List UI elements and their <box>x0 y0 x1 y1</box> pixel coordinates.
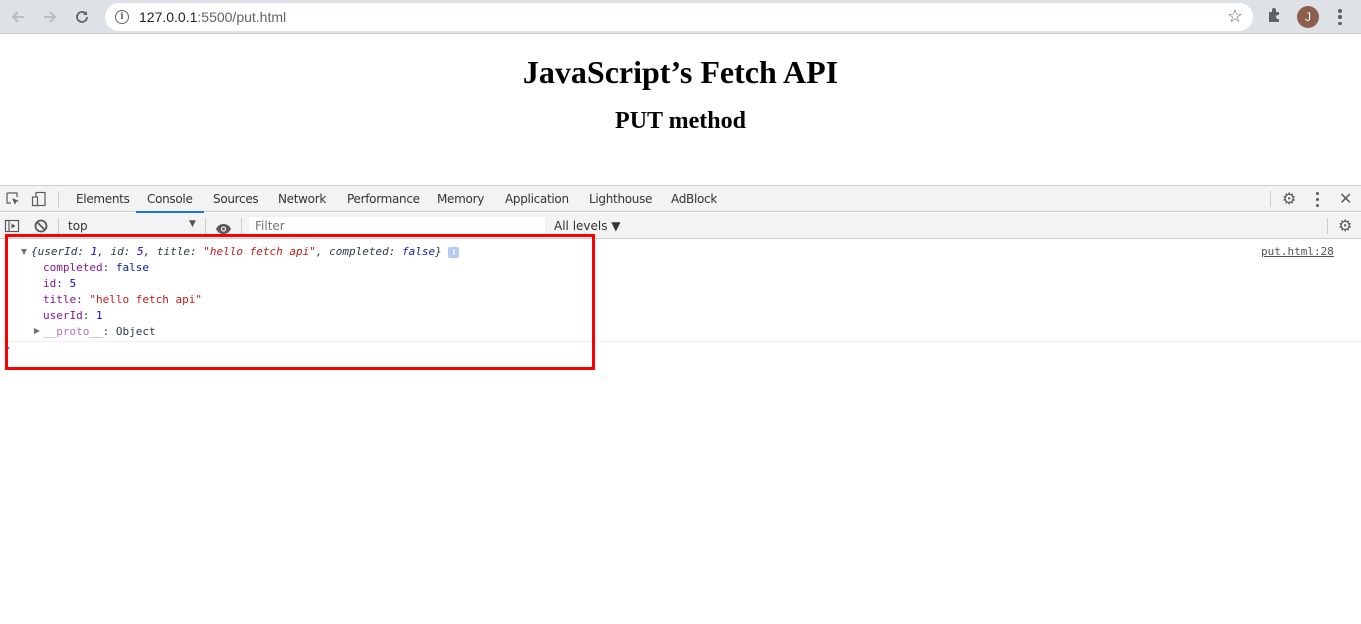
reload-button[interactable] <box>69 4 95 30</box>
divider <box>205 218 206 234</box>
avatar[interactable]: J <box>1297 6 1319 28</box>
eye-icon[interactable] <box>215 220 232 234</box>
property-row: title: "hello fetch api" <box>43 293 202 306</box>
inspect-element-icon[interactable] <box>5 191 21 207</box>
divider <box>1270 191 1271 207</box>
tab-adblock[interactable]: AdBlock <box>671 186 717 212</box>
settings-gear-icon[interactable]: ⚙ <box>1282 189 1296 208</box>
tab-network[interactable]: Network <box>278 186 326 212</box>
address-bar[interactable]: i 127.0.0.1:5500/put.html ☆ <box>105 3 1253 31</box>
proto-row[interactable]: __proto__: Object <box>43 325 156 338</box>
log-levels-dropdown[interactable]: All levels ▼ <box>554 219 621 233</box>
console-message: {userId: 1, id: 5, title: "hello fetch a… <box>0 240 1361 342</box>
back-button[interactable] <box>5 4 31 30</box>
reload-icon <box>76 11 88 23</box>
info-icon[interactable]: i <box>115 10 129 24</box>
property-row: userId: 1 <box>43 309 103 322</box>
tab-application[interactable]: Application <box>505 186 569 212</box>
puzzle-icon[interactable] <box>1266 6 1286 26</box>
source-link[interactable]: put.html:28 <box>1261 245 1334 258</box>
page-content: JavaScript’s Fetch API PUT method <box>0 35 1361 185</box>
tab-console[interactable]: Console <box>136 186 203 213</box>
info-badge-icon[interactable]: i <box>448 247 460 258</box>
expand-triangle-icon[interactable] <box>21 249 27 255</box>
arrow-left-icon <box>11 11 24 23</box>
expand-triangle-icon[interactable] <box>34 328 40 334</box>
browser-toolbar: i 127.0.0.1:5500/put.html ☆ J <box>0 0 1361 34</box>
page-title: JavaScript’s Fetch API <box>522 54 839 90</box>
tab-lighthouse[interactable]: Lighthouse <box>589 186 652 212</box>
device-toggle-icon[interactable] <box>31 191 47 207</box>
devtools-tab-bar: Elements Console Sources Network Perform… <box>0 185 1361 213</box>
star-icon[interactable]: ☆ <box>1227 6 1243 27</box>
property-row: id: 5 <box>43 277 77 290</box>
console-output: {userId: 1, id: 5, title: "hello fetch a… <box>0 240 1361 354</box>
devtools-menu-icon[interactable] <box>1316 192 1320 207</box>
avatar-initial: J <box>1305 10 1311 24</box>
divider <box>58 218 59 234</box>
property-row: completed: false <box>43 261 149 274</box>
divider <box>1327 218 1328 234</box>
chevron-down-icon[interactable]: ▼ <box>189 219 196 229</box>
devtools-panel: Elements Console Sources Network Perform… <box>0 185 1361 624</box>
console-toolbar: top ▼ All levels ▼ ⚙ <box>0 213 1361 239</box>
arrow-right-icon <box>44 11 57 23</box>
console-prompt-icon[interactable]: › <box>5 343 11 354</box>
forward-button[interactable] <box>37 4 63 30</box>
close-icon[interactable]: ✕ <box>1339 189 1352 208</box>
kebab-menu-icon[interactable] <box>1331 7 1349 27</box>
divider <box>58 191 59 207</box>
url-text[interactable]: 127.0.0.1:5500/put.html <box>139 9 286 25</box>
divider <box>241 218 242 234</box>
page-subtitle: PUT method <box>615 108 746 134</box>
tab-elements[interactable]: Elements <box>76 186 130 212</box>
context-selector[interactable]: top <box>68 219 88 233</box>
filter-input[interactable] <box>248 216 546 236</box>
tab-sources[interactable]: Sources <box>213 186 259 212</box>
console-settings-gear-icon[interactable]: ⚙ <box>1338 216 1352 235</box>
sidebar-toggle-icon[interactable] <box>4 218 20 234</box>
object-summary[interactable]: {userId: 1, id: 5, title: "hello fetch a… <box>31 245 460 258</box>
clear-console-icon[interactable] <box>33 218 49 234</box>
tab-performance[interactable]: Performance <box>347 186 420 212</box>
tab-memory[interactable]: Memory <box>437 186 484 212</box>
